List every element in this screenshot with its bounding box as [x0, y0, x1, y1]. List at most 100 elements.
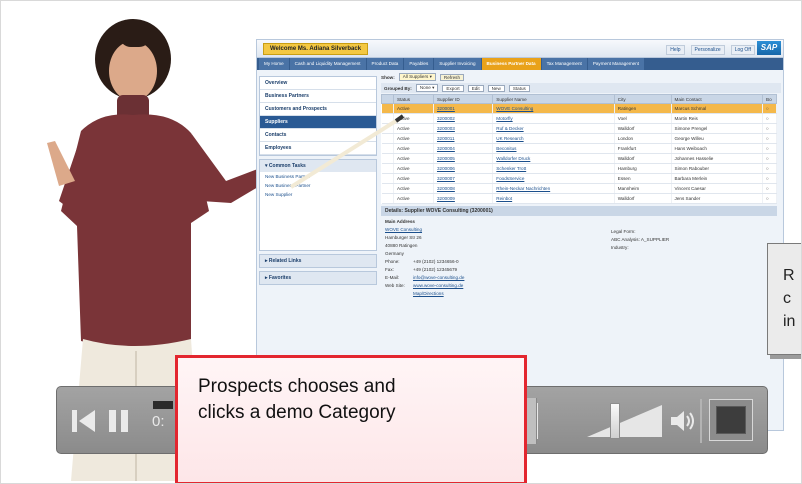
sidebar-nav: Overview Business Partners Customers and… — [259, 76, 377, 156]
table-row[interactable]: Active 3200003 Ruf & Decker Walldorf Simone … — [381, 123, 777, 134]
column-header-supplier-id[interactable]: Supplier ID — [432, 94, 494, 104]
row-selector[interactable] — [381, 143, 394, 154]
task-link[interactable]: New Business Partner — [260, 172, 376, 181]
show-select[interactable]: All Suppliers ▾ — [398, 73, 436, 81]
table-row[interactable]: Active 3200011 UK Research London George Wil… — [381, 133, 777, 144]
tab-tax-management[interactable]: Tax Management — [541, 58, 587, 70]
table-cell[interactable]: 3200007 — [433, 173, 494, 184]
row-radio[interactable]: ○ — [762, 163, 777, 174]
table-cell[interactable]: 3200011 — [433, 133, 494, 144]
table-row[interactable]: Active 3200008 Rhein-Neckar Nachrichten Man… — [381, 183, 777, 194]
tab-business-partner-data[interactable]: Business Partner Data — [481, 58, 541, 70]
select-column-header — [381, 94, 394, 104]
table-row[interactable]: Active 3200001 WOVE Consulting Ratingen Marc… — [381, 103, 777, 114]
edit-button[interactable]: Edit — [467, 84, 484, 92]
table-row[interactable]: Active 3200006 Schenker Trott Hamburg Simon … — [381, 163, 777, 174]
table-cell[interactable]: Ruf & Decker — [492, 123, 615, 134]
row-radio[interactable]: ○ — [762, 193, 777, 204]
email-link[interactable]: info@wove-consulting.de — [413, 274, 464, 282]
progress-bar[interactable] — [153, 401, 173, 409]
row-selector[interactable] — [381, 113, 394, 124]
table-row[interactable]: Active 3200004 Beconitus Frankfurt Hans Weib… — [381, 143, 777, 154]
table-cell[interactable]: 3200005 — [433, 153, 494, 164]
personalize-link[interactable]: Personalize — [690, 45, 725, 55]
row-selector[interactable] — [381, 183, 394, 194]
table-cell[interactable]: 3200006 — [433, 163, 494, 174]
table-cell[interactable]: Motorfly — [492, 113, 615, 124]
tab-payables[interactable]: Payables — [404, 58, 434, 70]
map-directions-link[interactable]: Map/Directions — [413, 290, 444, 298]
website-link[interactable]: www.wove-consulting.de — [413, 282, 463, 290]
sidebar-item-overview[interactable]: Overview — [260, 77, 376, 90]
table-cell[interactable]: Schenker Trott — [492, 163, 615, 174]
table-cell[interactable]: Walldorfer Druck — [492, 153, 615, 164]
row-radio[interactable]: ○ — [762, 113, 777, 124]
volume-slider[interactable] — [587, 403, 662, 439]
tab-cash-liquidity[interactable]: Cash and Liquidity Management — [289, 58, 366, 70]
table-cell[interactable]: Rhein-Neckar Nachrichten — [492, 183, 615, 194]
tab-payment-management[interactable]: Payment Management — [587, 58, 645, 70]
related-links-header[interactable]: ▸ Related Links — [260, 255, 376, 267]
export-button[interactable]: Export — [442, 84, 464, 92]
row-selector[interactable] — [381, 163, 394, 174]
table-row[interactable]: Active 3200009 Reinbot Walldorf Jens Sander ○ — [381, 193, 777, 204]
row-radio[interactable]: ○ — [762, 143, 777, 154]
table-row[interactable]: Active 3200007 FoodsService Essen Barbara Me… — [381, 173, 777, 184]
status-button[interactable]: Status — [508, 84, 530, 92]
sidebar-item-employees[interactable]: Employees — [260, 142, 376, 155]
row-selector[interactable] — [381, 193, 394, 204]
table-cell[interactable]: Reinbot — [492, 193, 615, 204]
row-radio[interactable]: ○ — [762, 133, 777, 144]
table-row[interactable]: Active 3200002 Motorfly Voel Martin Reis ○ — [381, 113, 777, 124]
log-off-link[interactable]: Log Off — [730, 45, 755, 55]
table-cell[interactable]: Beconitus — [492, 143, 615, 154]
row-selector[interactable] — [381, 123, 394, 134]
row-radio[interactable]: ○ — [762, 173, 777, 184]
column-header-status[interactable]: Status — [393, 94, 434, 104]
company-link[interactable]: WOVE Consulting — [385, 226, 773, 234]
row-selector[interactable] — [381, 153, 394, 164]
column-header-main-contact[interactable]: Main Contact — [670, 94, 764, 104]
table-cell[interactable]: 3200003 — [433, 123, 494, 134]
table-cell[interactable]: 3200008 — [433, 183, 494, 194]
column-header-bo[interactable]: Bo — [762, 94, 777, 104]
new-button[interactable]: New — [487, 84, 505, 92]
pause-icon[interactable] — [107, 407, 131, 435]
table-cell[interactable]: 3200002 — [433, 113, 494, 124]
fullscreen-button[interactable] — [709, 399, 753, 441]
tab-product-data[interactable]: Product Data — [366, 58, 404, 70]
speaker-icon[interactable] — [669, 407, 695, 435]
task-link[interactable]: New Supplier — [260, 190, 376, 199]
column-header-supplier-name[interactable]: Supplier Name — [492, 94, 615, 104]
tab-supplier-invoicing[interactable]: Supplier Invoicing — [434, 58, 481, 70]
task-link[interactable]: New Business Partner — [260, 181, 376, 190]
table-row[interactable]: Active 3200005 Walldorfer Druck Walldorf Joh… — [381, 153, 777, 164]
favorites-header[interactable]: ▸ Favorites — [260, 272, 376, 284]
sidebar-item-contacts[interactable]: Contacts — [260, 129, 376, 142]
column-header-city[interactable]: City — [613, 94, 672, 104]
sidebar-item-customers-prospects[interactable]: Customers and Prospects — [260, 103, 376, 116]
refresh-button[interactable]: Refresh — [439, 73, 465, 81]
row-radio[interactable]: ○ — [762, 183, 777, 194]
table-cell[interactable]: 3200004 — [433, 143, 494, 154]
table-cell[interactable]: FoodsService — [492, 173, 615, 184]
row-radio[interactable]: ○ — [762, 123, 777, 134]
grouped-by-select[interactable]: None ▾ — [415, 84, 439, 92]
sidebar-item-business-partners[interactable]: Business Partners — [260, 90, 376, 103]
row-selector[interactable] — [381, 133, 394, 144]
help-link[interactable]: Help — [666, 45, 685, 55]
row-selector[interactable] — [381, 173, 394, 184]
table-cell[interactable]: WOVE Consulting — [492, 103, 615, 114]
skip-back-icon[interactable] — [71, 407, 97, 435]
common-tasks-header[interactable]: ▾ Common Tasks — [260, 160, 376, 172]
table-cell[interactable]: 3200009 — [433, 193, 494, 204]
email-row: E-Mail: info@wove-consulting.de — [385, 274, 465, 282]
row-selector[interactable] — [381, 103, 394, 114]
table-cell[interactable]: UK Research — [492, 133, 615, 144]
table-cell[interactable]: 3200001 — [433, 103, 494, 114]
tab-my-home[interactable]: My Home — [259, 58, 289, 70]
sidebar-item-suppliers[interactable]: Suppliers — [260, 116, 376, 129]
row-radio[interactable]: ○ — [762, 153, 777, 164]
row-radio[interactable]: ○ — [762, 103, 777, 114]
volume-knob[interactable] — [610, 403, 620, 439]
